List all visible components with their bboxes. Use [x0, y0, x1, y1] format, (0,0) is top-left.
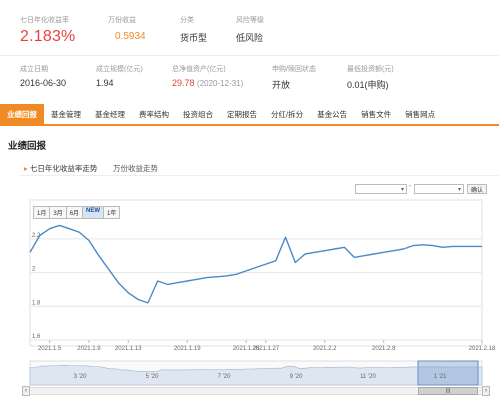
yield-line-chart: 2.221.81.62021.1.5 2021.1.9 2021.1.13 2021.…	[29, 199, 496, 386]
navigator-label: 3 '20	[74, 374, 87, 380]
navigator-label: 7 '20	[218, 374, 231, 380]
navigator-scrollbar-thumb[interactable]: |||	[418, 387, 478, 395]
x-tick-label: 2021.1.19	[174, 346, 201, 352]
navigator-selection	[417, 360, 479, 386]
navigator-scrollbar-track[interactable]	[30, 387, 482, 395]
navigator-label: 5 '20	[146, 374, 159, 380]
navigator-label: 11 '20	[360, 374, 376, 380]
x-tick-label: 2021.2.2	[313, 346, 337, 352]
y-tick-label: 2	[32, 267, 36, 273]
navigator-label: 9 '20	[290, 374, 303, 380]
x-tick-label: 2021.2.18	[469, 346, 496, 352]
scroll-right-button[interactable]: ›	[482, 386, 490, 396]
x-tick-label: 2021.1.27	[252, 346, 279, 352]
x-tick-label: 2021.1.5	[38, 346, 62, 352]
x-tick-label: 2021.2.8	[372, 346, 396, 352]
scroll-left-button[interactable]: ‹	[22, 386, 30, 396]
x-tick-label: 2021.1.9	[77, 346, 101, 352]
yield-series-line	[29, 224, 482, 304]
y-tick-label: 1.6	[32, 334, 41, 340]
x-tick-label: 2021.1.13	[115, 346, 142, 352]
navigator-label: 1 '21	[434, 374, 447, 380]
y-tick-label: 1.8	[32, 300, 41, 306]
